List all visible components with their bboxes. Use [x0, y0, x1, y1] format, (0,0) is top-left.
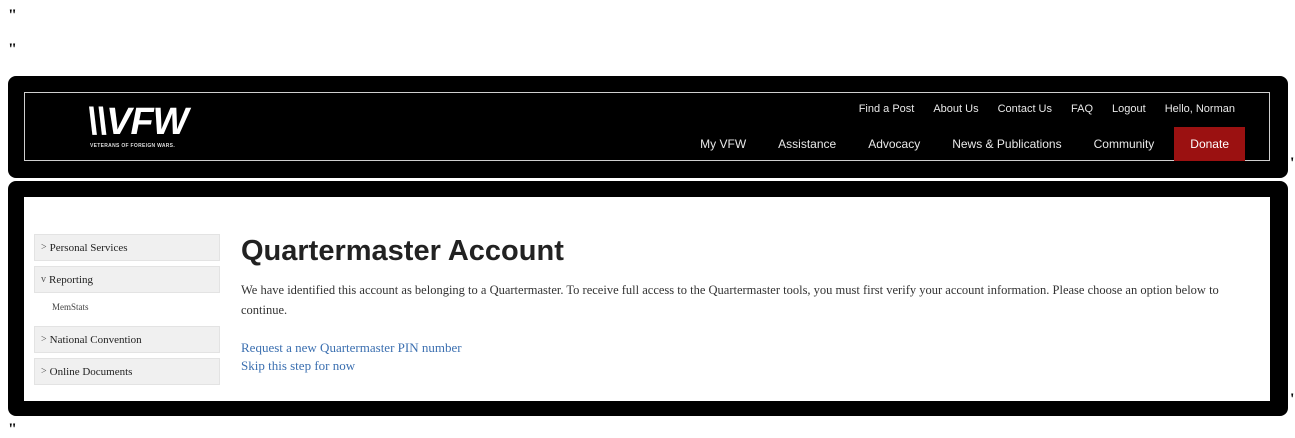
link-contact-us[interactable]: Contact Us: [998, 103, 1052, 115]
sidebar-subitem-memstats[interactable]: MemStats: [34, 293, 220, 321]
chevron-right-icon: >: [41, 334, 47, 345]
nav-my-vfw[interactable]: My VFW: [684, 127, 762, 161]
action-links: Request a new Quartermaster PIN number S…: [241, 339, 1251, 375]
sidebar-item-online-documents[interactable]: > Online Documents: [34, 358, 220, 385]
content-frame: > Personal Services v Reporting MemStats…: [8, 181, 1288, 416]
utility-nav: Find a Post About Us Contact Us FAQ Logo…: [840, 103, 1235, 115]
user-greeting[interactable]: Hello, Norman: [1165, 103, 1235, 115]
nav-advocacy[interactable]: Advocacy: [852, 127, 936, 161]
info-paragraph: We have identified this account as belon…: [241, 283, 1219, 317]
main-content: Quartermaster Account We have identified…: [241, 231, 1251, 375]
sidebar-item-label: Online Documents: [49, 365, 133, 378]
sidebar-item-reporting[interactable]: v Reporting: [34, 266, 220, 293]
stray-quote-mark: ": [8, 421, 17, 438]
link-faq[interactable]: FAQ: [1071, 103, 1093, 115]
link-about-us[interactable]: About Us: [933, 103, 978, 115]
sidebar-item-label: National Convention: [49, 333, 142, 346]
logo-text: \\VFW: [87, 101, 189, 143]
stray-apostrophe-mark: ': [1290, 391, 1295, 408]
link-find-a-post[interactable]: Find a Post: [859, 103, 915, 115]
site-header: \\VFW VETERANS OF FOREIGN WARS. Find a P…: [24, 92, 1270, 161]
sidebar-item-personal-services[interactable]: > Personal Services: [34, 234, 220, 261]
chevron-right-icon: >: [41, 366, 47, 377]
nav-community[interactable]: Community: [1078, 127, 1171, 161]
sidebar-item-national-convention[interactable]: > National Convention: [34, 326, 220, 353]
page-title: Quartermaster Account: [241, 235, 564, 267]
donate-button[interactable]: Donate: [1174, 127, 1245, 161]
request-pin-link[interactable]: Request a new Quartermaster PIN number: [241, 339, 462, 357]
sidebar: > Personal Services v Reporting MemStats…: [34, 234, 220, 390]
stray-quote-mark: ": [8, 7, 17, 24]
sidebar-item-label: Personal Services: [49, 241, 128, 254]
logo-subtitle: VETERANS OF FOREIGN WARS.: [90, 143, 176, 149]
main-nav: My VFW Assistance Advocacy News & Public…: [684, 127, 1245, 161]
nav-news-publications[interactable]: News & Publications: [936, 127, 1077, 161]
stray-quote-mark: ": [8, 41, 17, 58]
content-area: > Personal Services v Reporting MemStats…: [24, 197, 1270, 401]
vfw-logo[interactable]: \\VFW VETERANS OF FOREIGN WARS.: [87, 103, 227, 151]
stray-apostrophe-mark: ': [1290, 155, 1295, 172]
sidebar-item-label: Reporting: [49, 273, 93, 286]
link-logout[interactable]: Logout: [1112, 103, 1146, 115]
header-frame: \\VFW VETERANS OF FOREIGN WARS. Find a P…: [8, 76, 1288, 178]
skip-step-link[interactable]: Skip this step for now: [241, 357, 355, 375]
chevron-down-icon: v: [41, 274, 46, 285]
chevron-right-icon: >: [41, 242, 47, 253]
nav-assistance[interactable]: Assistance: [762, 127, 852, 161]
